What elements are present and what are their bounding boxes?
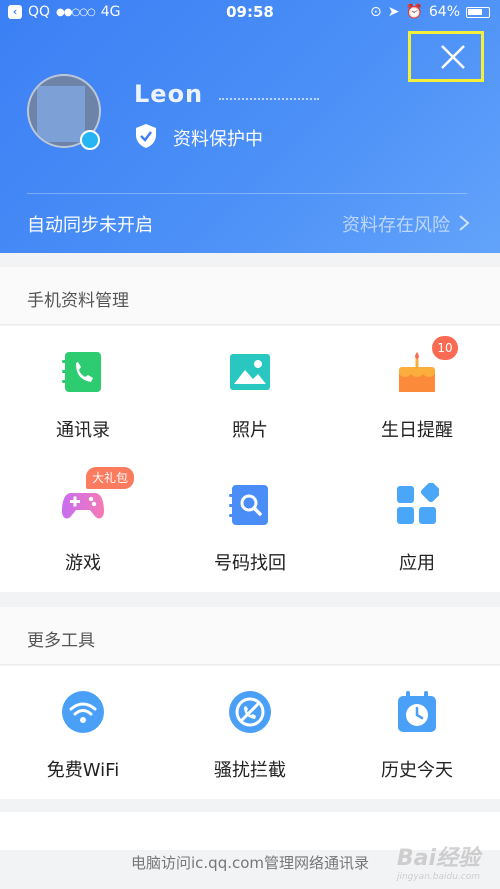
section-header-tools: 更多工具 [0, 607, 500, 665]
location-icon: ➤ [387, 4, 400, 20]
qq-penguin-icon [80, 130, 100, 150]
calendar-clock-icon [398, 691, 436, 732]
section-title: 手机资料管理 [27, 291, 129, 311]
sync-status: 自动同步未开启 [27, 215, 153, 236]
wifi-icon [62, 691, 104, 733]
grid-item-birthday[interactable]: 10 生日提醒 [334, 326, 500, 459]
grid-item-apps[interactable]: 应用 [334, 459, 500, 592]
section-header-phone: 手机资料管理 [0, 267, 500, 325]
watermark-subtext: jingyan.baidu.com [396, 872, 480, 882]
gamepad-icon [62, 493, 104, 519]
profile-header: ‹ QQ ●●○○○ 4G 09:58 ⊙ ➤ ⏰ 64% Leon 资料保护中… [0, 0, 500, 253]
grid-item-label: 应用 [399, 553, 435, 574]
battery-percent: 64% [428, 4, 460, 20]
block-call-icon [229, 691, 271, 733]
grid-item-wifi[interactable]: 免费WiFi [0, 666, 166, 799]
notification-badge: 10 [432, 336, 458, 360]
rotation-lock-icon: ⊙ [369, 4, 382, 20]
grid-item-label: 号码找回 [214, 553, 286, 574]
close-icon[interactable] [434, 38, 472, 76]
status-bar: ‹ QQ ●●○○○ 4G 09:58 ⊙ ➤ ⏰ 64% [0, 0, 500, 26]
battery-icon [466, 6, 490, 18]
divider [27, 193, 467, 194]
watermark: Bai经验 jingyan.baidu.com [397, 840, 480, 882]
grid-item-label: 游戏 [65, 553, 101, 574]
alarm-icon: ⏰ [405, 4, 423, 20]
grid-item-block-calls[interactable]: 骚扰拦截 [167, 666, 333, 799]
phone-tools-grid: 通讯录 照片 10 生日提醒 大礼包 游戏 号码找回 应用 [0, 326, 500, 592]
apps-icon [397, 483, 439, 524]
protect-status: 资料保护中 [173, 129, 263, 150]
grid-item-label: 免费WiFi [46, 760, 120, 781]
number-recovery-icon [229, 485, 268, 525]
section-title: 更多工具 [27, 631, 95, 651]
gift-pack-tag: 大礼包 [86, 467, 134, 489]
username-text: Leon [134, 80, 204, 108]
photo-icon [230, 354, 270, 390]
grid-item-number-recovery[interactable]: 号码找回 [167, 459, 333, 592]
grid-item-contacts[interactable]: 通讯录 [0, 326, 166, 459]
masked-account [219, 90, 320, 100]
username: Leon [134, 80, 320, 108]
grid-item-label: 骚扰拦截 [214, 760, 286, 781]
risk-link[interactable]: 资料存在风险 [342, 211, 450, 237]
grid-item-games[interactable]: 大礼包 游戏 [0, 459, 166, 592]
grid-item-photos[interactable]: 照片 [167, 326, 333, 459]
grid-item-label: 生日提醒 [381, 420, 453, 441]
more-tools-grid: 免费WiFi 骚扰拦截 历史今天 [0, 666, 500, 799]
chevron-right-icon [459, 215, 470, 231]
grid-item-label: 历史今天 [381, 760, 453, 781]
contacts-icon [62, 352, 101, 392]
grid-item-label: 通讯录 [56, 420, 110, 441]
grid-item-history-today[interactable]: 历史今天 [334, 666, 500, 799]
birthday-cake-icon [399, 352, 435, 392]
watermark-text: Bai经验 [396, 846, 480, 871]
shield-check-icon [136, 124, 156, 148]
grid-item-label: 照片 [232, 420, 268, 441]
